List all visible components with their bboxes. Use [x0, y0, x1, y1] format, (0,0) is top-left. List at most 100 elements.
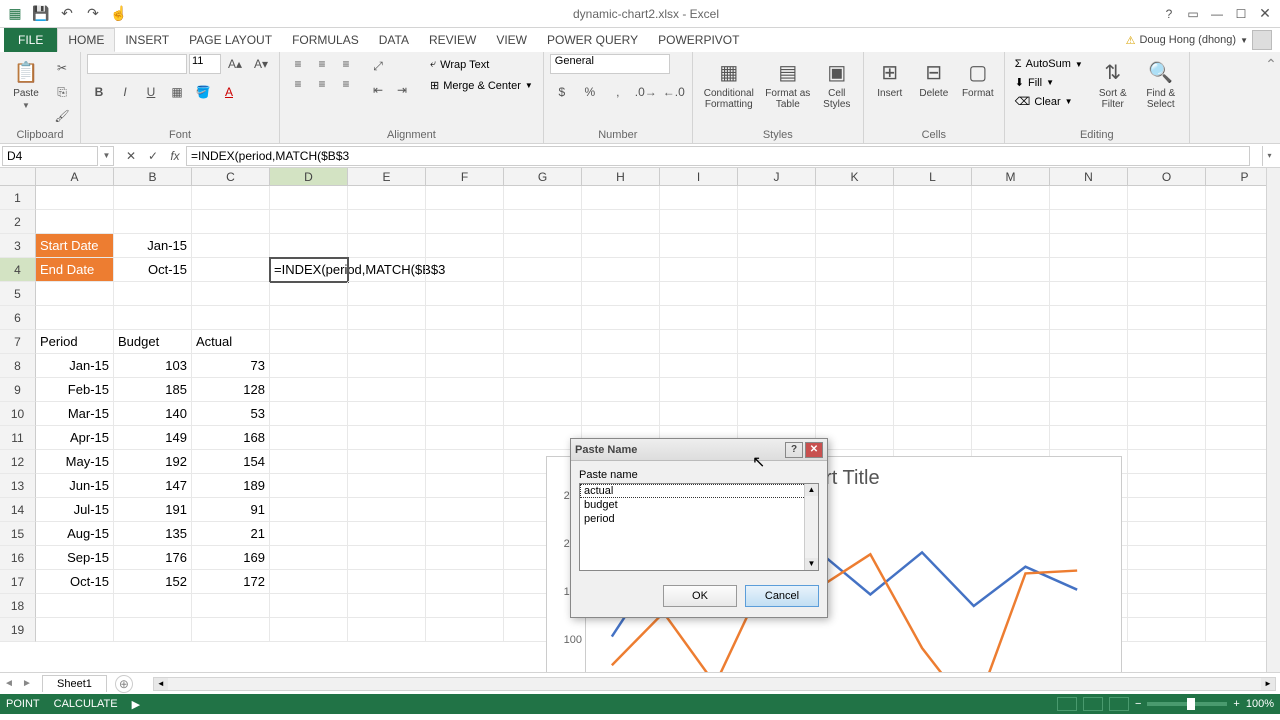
increase-font-icon[interactable]: A▴: [223, 54, 247, 74]
cell[interactable]: [816, 354, 894, 378]
cell[interactable]: Start Date: [36, 234, 114, 258]
cell[interactable]: [660, 282, 738, 306]
cell[interactable]: [1128, 186, 1206, 210]
row-header[interactable]: 11: [0, 426, 36, 450]
decrease-indent-icon[interactable]: ⇤: [366, 80, 390, 100]
row-header[interactable]: 7: [0, 330, 36, 354]
cell[interactable]: [348, 594, 426, 618]
cell[interactable]: [114, 306, 192, 330]
cell[interactable]: [426, 498, 504, 522]
cell[interactable]: 91: [192, 498, 270, 522]
cell[interactable]: [660, 306, 738, 330]
new-sheet-icon[interactable]: ⊕: [115, 675, 133, 693]
align-left-icon[interactable]: ≡: [286, 74, 310, 94]
row-header[interactable]: 6: [0, 306, 36, 330]
cell[interactable]: [426, 522, 504, 546]
cell[interactable]: [972, 282, 1050, 306]
comma-icon[interactable]: ,: [606, 82, 630, 102]
ok-button[interactable]: OK: [663, 585, 737, 607]
ribbon-options-icon[interactable]: ▭: [1182, 4, 1204, 24]
collapse-ribbon-icon[interactable]: ⌃: [1262, 52, 1280, 143]
sort-filter-button[interactable]: ⇅Sort & Filter: [1091, 54, 1135, 110]
cell[interactable]: 189: [192, 474, 270, 498]
cell[interactable]: 21: [192, 522, 270, 546]
cell[interactable]: [270, 354, 348, 378]
name-box[interactable]: D4: [2, 146, 98, 166]
row-header[interactable]: 16: [0, 546, 36, 570]
tab-home[interactable]: HOME: [57, 28, 115, 52]
fx-icon[interactable]: fx: [164, 146, 186, 166]
align-middle-icon[interactable]: ≡: [310, 54, 334, 74]
cell[interactable]: [738, 258, 816, 282]
cell[interactable]: [816, 210, 894, 234]
cell[interactable]: 149: [114, 426, 192, 450]
cell[interactable]: [348, 546, 426, 570]
cell[interactable]: [1050, 282, 1128, 306]
cell[interactable]: [348, 426, 426, 450]
cell[interactable]: [1050, 426, 1128, 450]
column-header[interactable]: L: [894, 168, 972, 186]
zoom-in-icon[interactable]: +: [1233, 698, 1239, 710]
row-header[interactable]: 1: [0, 186, 36, 210]
row-header[interactable]: 3: [0, 234, 36, 258]
cell[interactable]: 185: [114, 378, 192, 402]
cell[interactable]: [1128, 546, 1206, 570]
normal-view-icon[interactable]: [1057, 697, 1077, 711]
cell[interactable]: Aug-15: [36, 522, 114, 546]
cell[interactable]: 172: [192, 570, 270, 594]
cell[interactable]: [582, 330, 660, 354]
cell[interactable]: [582, 354, 660, 378]
row-header[interactable]: 4: [0, 258, 36, 282]
cell[interactable]: [582, 258, 660, 282]
cell[interactable]: [504, 210, 582, 234]
tab-insert[interactable]: INSERT: [115, 28, 179, 52]
cell[interactable]: Budget: [114, 330, 192, 354]
cell[interactable]: [426, 546, 504, 570]
format-as-table-button[interactable]: ▤Format as Table: [763, 54, 813, 110]
italic-icon[interactable]: I: [113, 82, 137, 102]
cell[interactable]: [348, 186, 426, 210]
wrap-text-button[interactable]: ⤶Wrap Text: [426, 56, 537, 73]
cell[interactable]: [504, 330, 582, 354]
sheet-next-icon[interactable]: ►: [18, 678, 36, 689]
cell[interactable]: [192, 258, 270, 282]
undo-icon[interactable]: ↶: [56, 3, 78, 25]
cell[interactable]: [816, 330, 894, 354]
cell[interactable]: [426, 330, 504, 354]
cell[interactable]: [348, 282, 426, 306]
cell[interactable]: [504, 258, 582, 282]
cell[interactable]: [426, 450, 504, 474]
cell[interactable]: 176: [114, 546, 192, 570]
cell[interactable]: [270, 330, 348, 354]
tab-review[interactable]: REVIEW: [419, 28, 486, 52]
name-box-dropdown[interactable]: ▼: [100, 146, 114, 166]
row-header[interactable]: 2: [0, 210, 36, 234]
copy-icon[interactable]: ⎘: [50, 82, 74, 102]
enter-formula-icon[interactable]: ✓: [142, 146, 164, 166]
cell[interactable]: [426, 282, 504, 306]
sheet-prev-icon[interactable]: ◄: [0, 678, 18, 689]
cell[interactable]: [270, 498, 348, 522]
cell[interactable]: [270, 210, 348, 234]
cell[interactable]: [972, 210, 1050, 234]
cell[interactable]: [36, 282, 114, 306]
row-header[interactable]: 18: [0, 594, 36, 618]
cell[interactable]: [582, 282, 660, 306]
cell[interactable]: [192, 306, 270, 330]
cell[interactable]: [894, 258, 972, 282]
bold-icon[interactable]: B: [87, 82, 111, 102]
zoom-value[interactable]: 100%: [1246, 698, 1274, 710]
file-tab[interactable]: FILE: [4, 28, 57, 52]
cell[interactable]: [36, 618, 114, 642]
cell[interactable]: [426, 258, 504, 282]
column-header[interactable]: C: [192, 168, 270, 186]
page-layout-view-icon[interactable]: [1083, 697, 1103, 711]
column-header[interactable]: E: [348, 168, 426, 186]
dialog-close-icon[interactable]: ✕: [805, 442, 823, 458]
cell[interactable]: [348, 354, 426, 378]
tab-data[interactable]: DATA: [369, 28, 419, 52]
cell[interactable]: [972, 354, 1050, 378]
cell[interactable]: [426, 354, 504, 378]
save-icon[interactable]: 💾: [30, 3, 52, 25]
cell[interactable]: [816, 378, 894, 402]
